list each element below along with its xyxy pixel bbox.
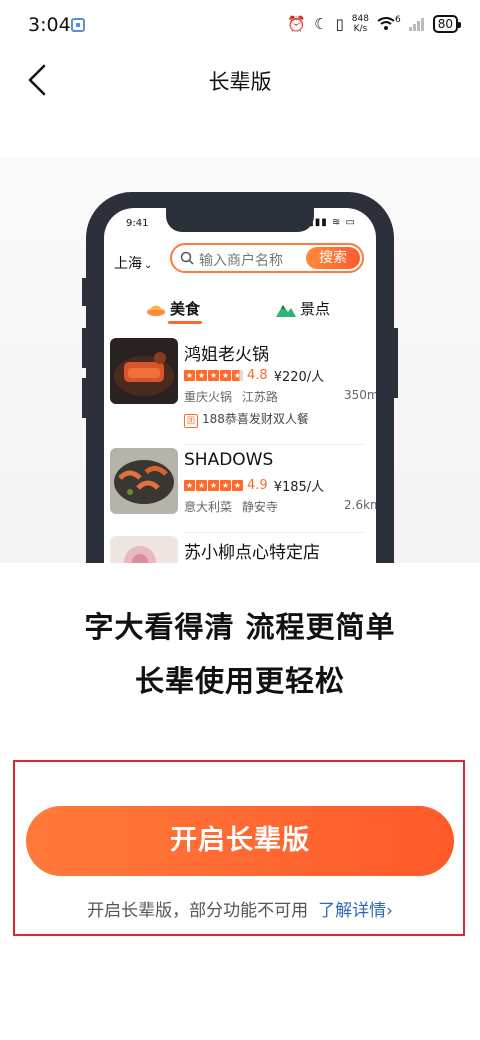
- star-icon: ★: [196, 370, 207, 381]
- net-speed-unit: K/s: [353, 24, 368, 34]
- cuisine: 重庆火锅: [184, 390, 233, 404]
- star-icon: ★: [220, 480, 231, 491]
- net-speed: 848 K/s: [352, 14, 369, 34]
- cuisine: 意大利菜: [184, 500, 233, 514]
- header: 长辈版: [0, 52, 480, 108]
- city-label: 上海: [114, 256, 142, 272]
- preview-status-icons: ▮▮▮ ≋ ▭: [308, 217, 356, 228]
- distance: 2.6km: [344, 498, 376, 512]
- phone-side-button: [82, 378, 86, 418]
- rating-score: 4.9: [247, 478, 268, 493]
- cta-note: 开启长辈版，部分功能不可用 了解详情›: [0, 896, 480, 921]
- chevron-right-icon: ›: [386, 901, 393, 921]
- tab-scenic: 景点: [276, 298, 330, 319]
- list-item: 苏小柳点心特定店: [110, 536, 364, 563]
- learn-more-label: 了解详情: [318, 901, 387, 921]
- star-icon: ★: [208, 480, 219, 491]
- phone-notch: [166, 208, 314, 232]
- list-item: 鸿姐老火锅 ★ ★ ★ ★ ★ 4.8 ¥220/人 重庆火锅 江苏路 350m 团 18…: [110, 338, 376, 434]
- phone-side-button: [82, 278, 86, 306]
- preview-time: 9:41: [126, 218, 149, 229]
- slogan-line-2: 长辈使用更轻松: [134, 664, 345, 698]
- food-icon: [147, 305, 165, 316]
- distance: 350m: [344, 388, 376, 402]
- tab-food: 美食: [146, 298, 202, 324]
- star-icon: ★: [232, 480, 243, 491]
- star-rating: ★ ★ ★ ★ ★: [184, 480, 243, 491]
- tab-food-label: 美食: [170, 300, 201, 318]
- restaurant-name: 苏小柳点心特定店: [184, 543, 320, 563]
- hero-preview: 9:41 ▮▮▮ ≋ ▭ 上海 ⌄ 输入商户名称 搜索 美食 景点 鸿姐老火锅 …: [0, 158, 480, 563]
- signal-icon: [408, 17, 425, 31]
- restaurant-image: [110, 448, 178, 514]
- search-placeholder: 输入商户名称: [199, 253, 283, 269]
- net-speed-value: 848: [351, 14, 369, 24]
- active-tab-underline: [168, 321, 202, 324]
- star-icon: ★: [220, 370, 231, 381]
- battery-indicator: 80: [432, 15, 462, 33]
- cta-note-text: 开启长辈版，部分功能不可用: [87, 901, 309, 921]
- group-deal-text: 188恭喜发财双人餐: [202, 412, 309, 426]
- avg-price: ¥185/人: [273, 480, 325, 495]
- star-icon: ★: [208, 370, 219, 381]
- phone-side-button: [82, 328, 86, 368]
- wifi-icon: [377, 17, 395, 31]
- restaurant-meta: 重庆火锅 江苏路 350m: [184, 388, 376, 405]
- preview-search-bar: 输入商户名称 搜索: [170, 243, 364, 273]
- area: 静安寺: [241, 500, 278, 514]
- star-rating: ★ ★ ★ ★ ★: [184, 370, 243, 381]
- alarm-icon: ⏰: [287, 15, 307, 33]
- restaurant-name: SHADOWS: [184, 450, 274, 470]
- rating-score: 4.8: [247, 368, 268, 383]
- list-item: SHADOWS ★ ★ ★ ★ ★ 4.9 ¥185/人 意大利菜 静安寺 2.6km: [110, 448, 376, 524]
- divider: [184, 444, 364, 445]
- status-time: 3:04: [28, 14, 71, 36]
- tab-scenic-label: 景点: [300, 300, 331, 318]
- category-tabs: 美食 景点: [104, 298, 376, 328]
- learn-more-link[interactable]: 了解详情›: [318, 901, 393, 921]
- avg-price: ¥220/人: [273, 370, 325, 385]
- star-icon: ★: [196, 480, 207, 491]
- network-label: 6: [394, 15, 401, 25]
- restaurant-name: 鸿姐老火锅: [184, 345, 269, 365]
- status-icons: ⏰ ☾ ▯ 848 K/s 6 80: [287, 14, 462, 34]
- search-icon: [180, 251, 194, 265]
- rating-row: ★ ★ ★ ★ ★ 4.8 ¥220/人: [184, 366, 324, 385]
- restaurant-image: [110, 338, 178, 404]
- star-icon: ★: [232, 370, 243, 381]
- group-deal-badge: 团: [184, 414, 198, 428]
- chevron-down-icon: ⌄: [144, 260, 153, 271]
- notification-icon: [71, 18, 85, 32]
- slogan-line-1: 字大看得清 流程更简单: [84, 610, 396, 644]
- status-bar: 3:04 ⏰ ☾ ▯ 848 K/s 6 80: [0, 0, 480, 52]
- mountain-icon: [276, 304, 296, 317]
- divider: [184, 532, 364, 533]
- star-icon: ★: [184, 370, 195, 381]
- city-selector: 上海 ⌄: [114, 253, 152, 273]
- phone-screen: 9:41 ▮▮▮ ≋ ▭ 上海 ⌄ 输入商户名称 搜索 美食 景点 鸿姐老火锅 …: [104, 208, 376, 563]
- area: 江苏路: [241, 390, 278, 404]
- phone-side-button: [394, 328, 398, 398]
- vibrate-icon: ▯: [335, 15, 344, 33]
- rating-row: ★ ★ ★ ★ ★ 4.9 ¥185/人: [184, 476, 324, 495]
- group-deal: 团 188恭喜发财双人餐: [184, 410, 309, 428]
- restaurant-meta: 意大利菜 静安寺 2.6km: [184, 498, 376, 515]
- moon-icon: ☾: [314, 15, 328, 33]
- search-button: 搜索: [306, 247, 360, 269]
- restaurant-image: [110, 536, 178, 563]
- star-icon: ★: [184, 480, 195, 491]
- page-title: 长辈版: [208, 70, 272, 94]
- enable-elder-mode-button[interactable]: 开启长辈版: [26, 806, 454, 876]
